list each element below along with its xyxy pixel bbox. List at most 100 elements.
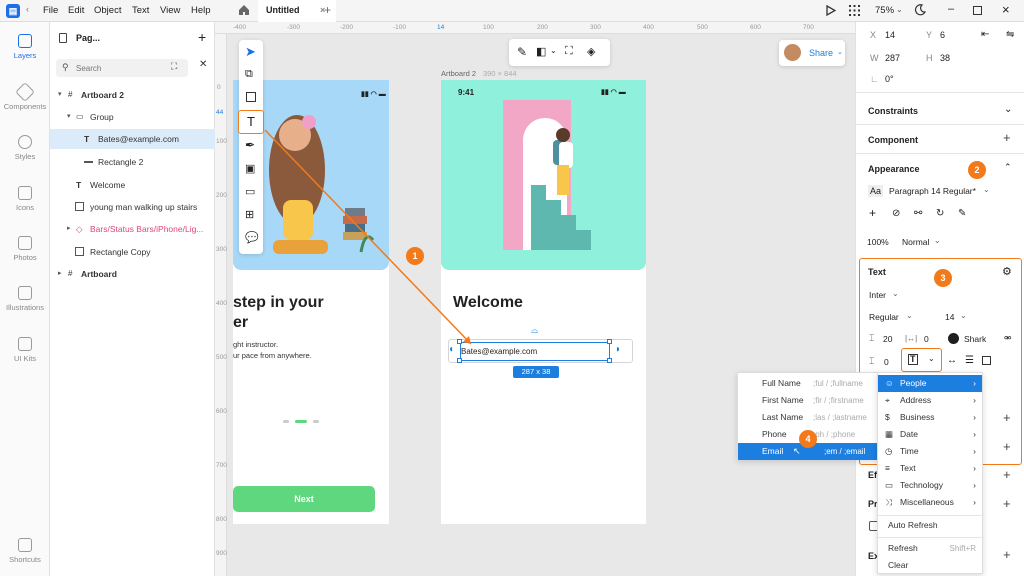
maximize-icon[interactable]	[973, 6, 982, 15]
chevron-down-icon[interactable]: ⌄	[983, 185, 990, 194]
component-title[interactable]: Component	[868, 135, 918, 145]
menu-item-last-name[interactable]: Last Name ;las / ;lastname	[738, 409, 878, 426]
rail-styles[interactable]: Styles	[0, 135, 50, 161]
add-style-icon[interactable]: +	[869, 206, 876, 220]
refresh-icon[interactable]: ↻	[936, 208, 944, 219]
menu-file[interactable]: File	[43, 5, 58, 16]
font-family[interactable]: Inter	[869, 290, 886, 300]
resize-width-icon[interactable]: ↔	[947, 355, 957, 366]
rail-shortcuts[interactable]: Shortcuts	[0, 538, 50, 564]
menu-item-miscellaneous[interactable]: ⤨ Miscellaneous ›	[878, 494, 982, 511]
rail-components[interactable]: Components	[0, 82, 50, 111]
add-section-icon[interactable]: +	[1003, 410, 1011, 425]
menu-item-address[interactable]: ⌖ Address ›	[878, 392, 982, 409]
font-size[interactable]: 14	[945, 312, 954, 322]
appearance-title[interactable]: Appearance	[868, 164, 920, 174]
layer-email-text[interactable]: T Bates@example.com	[50, 129, 215, 149]
menu-object[interactable]: Object	[94, 5, 121, 16]
zoom-level[interactable]: 75%	[875, 5, 894, 16]
dark-mode-moon-icon[interactable]	[914, 4, 927, 18]
menu-item-technology[interactable]: ▭ Technology ›	[878, 477, 982, 494]
search-input[interactable]	[76, 61, 176, 75]
menu-item-people[interactable]: ☺ People ›	[878, 375, 982, 392]
x-value[interactable]: 14	[885, 30, 895, 40]
chevron-down-icon[interactable]: ⌄	[934, 236, 941, 245]
line-height-value[interactable]: 20	[883, 334, 892, 344]
menu-item-first-name[interactable]: First Name ;fir / ;firstname	[738, 392, 878, 409]
layer-welcome[interactable]: T Welcome	[50, 175, 215, 195]
layer-rectangle-copy[interactable]: Rectangle Copy	[50, 242, 215, 262]
design-canvas[interactable]: -400 -300 -200 -100 14 100 200 300 400 5…	[215, 22, 855, 576]
h-value[interactable]: 38	[940, 53, 950, 63]
layer-image[interactable]: young man walking up stairs	[50, 197, 215, 217]
text-section-title[interactable]: Text	[868, 267, 886, 277]
text-data-button[interactable]: T ⌄	[901, 348, 942, 372]
chevron-down-icon[interactable]: ⌄	[960, 311, 967, 320]
rail-layers[interactable]: Layers	[0, 34, 50, 60]
flip-icon[interactable]: ⇋	[1006, 29, 1014, 40]
chevron-down-icon[interactable]: ⌄	[906, 311, 913, 320]
collapse-icon[interactable]: ✕	[199, 59, 207, 70]
layer-artboard[interactable]: ▸ # Artboard	[50, 264, 215, 284]
menu-edit[interactable]: Edit	[68, 5, 84, 16]
add-prototype-icon[interactable]: +	[1003, 496, 1011, 511]
edit-icon[interactable]: ✎	[958, 208, 966, 219]
add-page-icon[interactable]: +	[198, 29, 206, 45]
menu-item-text[interactable]: ≡ Text ›	[878, 460, 982, 477]
add-component-icon[interactable]: +	[1003, 130, 1011, 145]
link-icon[interactable]: ⚯	[914, 208, 922, 219]
home-icon[interactable]	[238, 4, 250, 18]
chevron-down-icon[interactable]: ⌄	[892, 289, 899, 298]
blend-mode[interactable]: Normal	[902, 237, 929, 247]
rail-icons[interactable]: Icons	[0, 186, 50, 212]
paragraph-style[interactable]: Paragraph 14 Regular*	[889, 186, 976, 196]
layer-group[interactable]: ▾ ▭ Group	[50, 107, 215, 127]
chevron-left-icon[interactable]: ‹	[26, 4, 29, 14]
check-circle-icon[interactable]: ⊘	[892, 208, 900, 219]
unlink-icon[interactable]: ⚮	[1004, 333, 1012, 344]
text-color-swatch[interactable]	[948, 333, 959, 344]
angle-value[interactable]: 0°	[885, 74, 894, 84]
rail-illustrations[interactable]: Illustrations	[0, 286, 50, 312]
layer-search-box[interactable]: ⚲	[56, 59, 188, 77]
layer-status-bar[interactable]: ▸ ◇ Bars/Status Bars/iPhone/Lig...	[50, 219, 215, 239]
letter-spacing-value[interactable]: 0	[924, 334, 929, 344]
menu-item-business[interactable]: $ Business ›	[878, 409, 982, 426]
add-effect-icon[interactable]: +	[1003, 467, 1011, 482]
menu-view[interactable]: View	[160, 5, 180, 16]
play-icon[interactable]	[826, 4, 837, 18]
align-text-icon[interactable]: ☰	[965, 355, 974, 366]
chevron-down-icon[interactable]: ⌄	[896, 5, 903, 14]
w-value[interactable]: 287	[885, 53, 900, 63]
layer-artboard-2[interactable]: ▾ # Artboard 2	[50, 85, 215, 105]
text-settings-icon[interactable]: ⚙	[1002, 265, 1012, 278]
menu-help[interactable]: Help	[191, 5, 211, 16]
align-icon[interactable]: ⇤	[981, 29, 989, 40]
add-tab-icon[interactable]: +	[324, 3, 331, 17]
layer-rectangle-2[interactable]: Rectangle 2	[50, 152, 215, 172]
page-name[interactable]: Pag...	[76, 33, 100, 43]
opacity-value[interactable]: 100%	[867, 237, 889, 247]
menu-item-auto-refresh[interactable]: Auto Refresh	[878, 517, 982, 534]
minimize-icon[interactable]: –	[948, 3, 954, 15]
menu-item-refresh[interactable]: Refresh Shift+R	[878, 540, 982, 557]
paragraph-spacing-value[interactable]: 0	[884, 357, 889, 367]
app-logo-icon[interactable]: ▤	[6, 4, 20, 18]
chevron-up-icon[interactable]: ⌃	[1004, 162, 1012, 173]
grid-icon[interactable]	[849, 5, 860, 18]
menu-item-date[interactable]: ▦ Date ›	[878, 426, 982, 443]
menu-item-time[interactable]: ◷ Time ›	[878, 443, 982, 460]
window-close-icon[interactable]: ×	[1002, 2, 1010, 17]
constraints-title[interactable]: Constraints	[868, 106, 918, 116]
menu-item-full-name[interactable]: Full Name ;ful / ;fullname	[738, 375, 878, 392]
rail-photos[interactable]: Photos	[0, 236, 50, 262]
y-value[interactable]: 6	[940, 30, 945, 40]
menu-item-clear[interactable]: Clear	[878, 557, 982, 574]
add-section-icon[interactable]: +	[1003, 439, 1011, 454]
font-weight[interactable]: Regular	[869, 312, 899, 322]
scan-icon[interactable]: ⛶	[171, 61, 177, 72]
menu-text[interactable]: Text	[132, 5, 149, 16]
add-export-icon[interactable]: +	[1003, 547, 1011, 562]
chevron-down-icon[interactable]: ⌄	[1004, 104, 1012, 115]
rail-uikits[interactable]: UI Kits	[0, 337, 50, 363]
